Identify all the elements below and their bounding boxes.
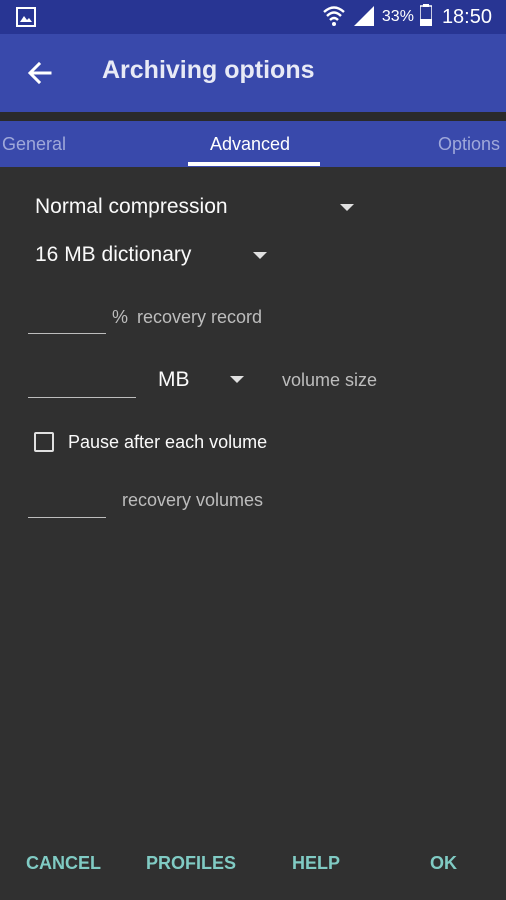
dropdown-arrow-icon (253, 252, 267, 259)
percent-unit: % (112, 307, 129, 327)
wifi-icon (322, 4, 346, 31)
tab-general[interactable]: General (2, 134, 66, 155)
app-bar: Archiving options (0, 34, 506, 112)
recovery-record-underline (28, 333, 106, 334)
help-button[interactable]: HELP (292, 853, 340, 874)
dropdown-arrow-icon (340, 204, 354, 211)
compression-value: Normal compression (35, 195, 228, 218)
arrow-left-icon[interactable] (26, 59, 54, 87)
page-title: Archiving options (102, 56, 315, 84)
checkbox-box (34, 432, 54, 452)
clock: 18:50 (441, 5, 492, 28)
cancel-button[interactable]: CANCEL (26, 853, 101, 874)
signal-icon (352, 4, 376, 31)
tab-indicator (188, 162, 320, 166)
volume-size-label: volume size (282, 370, 378, 390)
tab-advanced[interactable]: Advanced (210, 134, 290, 155)
dropdown-arrow-icon (230, 376, 244, 383)
image-icon (16, 7, 36, 32)
profiles-button[interactable]: PROFILES (146, 853, 236, 874)
tab-options[interactable]: Options (438, 134, 500, 155)
tab-bar: General Advanced Options (0, 121, 506, 167)
recovery-volumes-label: recovery volumes (122, 490, 264, 510)
volume-unit-value: MB (158, 368, 190, 391)
status-bar: 33% 18:50 (0, 0, 506, 34)
battery-icon (419, 3, 433, 31)
recovery-record-label: recovery record (137, 307, 263, 327)
dictionary-value: 16 MB dictionary (35, 243, 192, 266)
checkbox-label: Pause after each volume (68, 432, 268, 452)
volume-size-underline (28, 397, 136, 398)
recovery-volumes-underline (28, 517, 106, 518)
battery-percentage: 33% (381, 8, 414, 25)
ok-button[interactable]: OK (430, 853, 457, 874)
divider (0, 112, 506, 121)
